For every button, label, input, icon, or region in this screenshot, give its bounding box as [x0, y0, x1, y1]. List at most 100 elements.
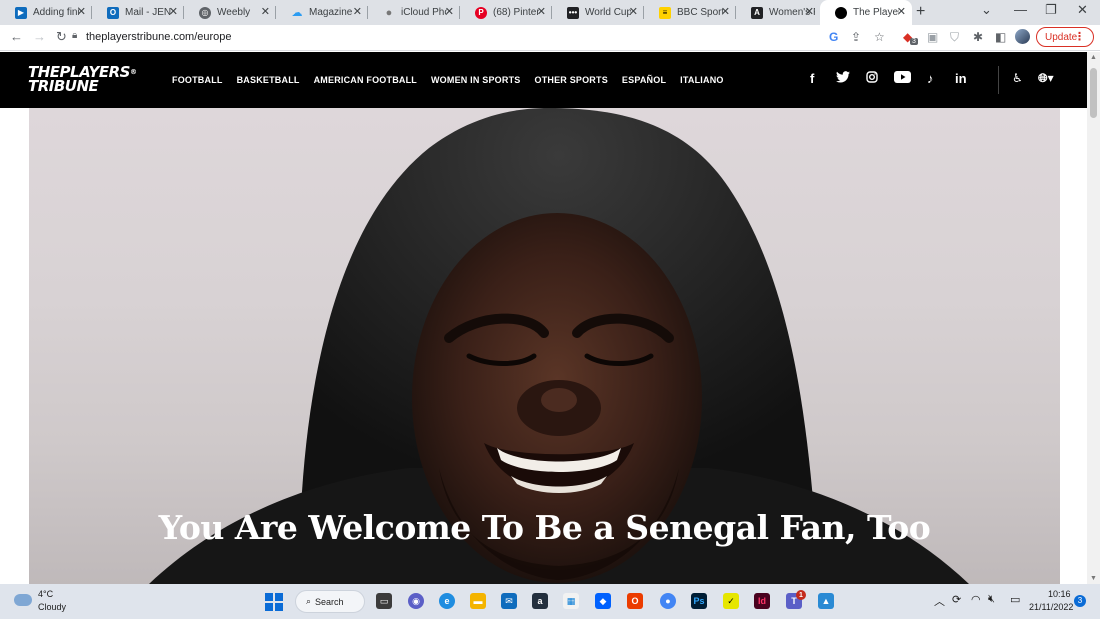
page-scrollbar[interactable]: ▲ ▼	[1087, 52, 1100, 584]
close-tab-icon[interactable]: ✕	[353, 6, 362, 18]
tab-search-icon[interactable]: ⌄	[981, 2, 992, 18]
nav-women-in-sports[interactable]: WOMEN IN SPORTS	[431, 75, 521, 85]
site-logo[interactable]: THEPLAYERS® TRIBUNE	[28, 65, 137, 94]
browser-tab[interactable]: P (68) Pintere ✕	[460, 0, 552, 25]
extension-k-icon[interactable]: ▣	[927, 30, 938, 44]
browser-tab[interactable]: ● iCloud Pho ✕	[368, 0, 460, 25]
linkedin-icon[interactable]: in	[955, 71, 967, 86]
battery-icon[interactable]: ▭	[1010, 593, 1020, 606]
profile-avatar[interactable]	[1015, 29, 1030, 44]
cloudy-weather-icon[interactable]	[14, 594, 32, 606]
nav-other-sports[interactable]: OTHER SPORTS	[535, 75, 608, 85]
teams-badge: 1	[796, 590, 806, 600]
google-icon[interactable]: G	[829, 30, 838, 44]
reload-icon[interactable]: ↻	[56, 29, 67, 45]
tiktok-icon[interactable]: ♪	[927, 71, 934, 86]
clock-date[interactable]: 21/11/2022	[1029, 602, 1073, 612]
office-icon[interactable]: O	[627, 593, 643, 609]
close-tab-icon[interactable]: ✕	[629, 6, 638, 18]
side-panel-icon[interactable]: ◧	[995, 30, 1006, 44]
volume-muted-icon[interactable]: 🔇︎	[988, 593, 995, 606]
notification-count-badge[interactable]: 3	[1074, 595, 1086, 607]
dots-icon: •••	[567, 6, 579, 19]
chat-icon[interactable]: ◉	[408, 593, 424, 609]
back-icon[interactable]: ←	[10, 29, 23, 44]
twitter-icon[interactable]	[836, 71, 850, 86]
browser-tab[interactable]: ☁ Magazine D ✕	[276, 0, 368, 25]
nav-espanol[interactable]: ESPAÑOL	[622, 75, 666, 85]
bbc-icon: ≡	[659, 6, 671, 19]
share-icon[interactable]: ⇪	[851, 30, 861, 44]
forward-icon[interactable]: →	[33, 29, 46, 44]
bookmark-star-icon[interactable]: ☆	[874, 30, 885, 44]
indesign-icon[interactable]: Id	[754, 593, 770, 609]
cloud-icon: ☁	[291, 7, 303, 19]
file-explorer-icon[interactable]: ▬	[470, 593, 486, 609]
close-tab-icon[interactable]: ✕	[805, 6, 814, 18]
mail-icon[interactable]: ✉	[501, 593, 517, 609]
close-tab-icon[interactable]: ✕	[261, 6, 270, 18]
close-tab-icon[interactable]: ✕	[537, 6, 546, 18]
scroll-up-icon[interactable]: ▲	[1090, 54, 1097, 61]
hero-headline[interactable]: You Are Welcome To Be a Senegal Fan, Too	[29, 508, 1060, 547]
task-view-icon[interactable]: ▭	[376, 593, 392, 609]
norton-icon[interactable]: ✓	[723, 593, 739, 609]
hero-image[interactable]: You Are Welcome To Be a Senegal Fan, Too	[29, 108, 1060, 584]
outlook-video-icon: ▶	[15, 6, 27, 19]
close-tab-icon[interactable]: ✕	[721, 6, 730, 18]
scroll-down-icon[interactable]: ▼	[1090, 575, 1097, 582]
browser-tab-active[interactable]: The Player ✕	[820, 0, 912, 25]
nav-italiano[interactable]: ITALIANO	[680, 75, 723, 85]
minimize-icon[interactable]: —	[1014, 2, 1027, 17]
address-bar: ← → ↻ 🔒︎ theplayerstribune.com/europe G …	[0, 25, 1100, 51]
dropbox-icon[interactable]: ◆	[595, 593, 611, 609]
browser-tab[interactable]: ••• World Cup ✕	[552, 0, 644, 25]
nav-basketball[interactable]: BASKETBALL	[237, 75, 300, 85]
nav-american-football[interactable]: AMERICAN FOOTBALL	[314, 75, 417, 85]
close-tab-icon[interactable]: ✕	[77, 6, 86, 18]
extension-badge: 3	[910, 38, 918, 45]
browser-tab[interactable]: O Mail - JENN ✕	[92, 0, 184, 25]
browser-tab-strip: ▶ Adding fini ✕ O Mail - JENN ✕ ◎ Weebly…	[0, 0, 1100, 25]
nav-football[interactable]: FOOTBALL	[172, 75, 223, 85]
microsoft-store-icon[interactable]: ▦	[563, 593, 579, 609]
onedrive-sync-icon[interactable]: ⟳	[952, 593, 961, 606]
edge-icon[interactable]: e	[439, 593, 455, 609]
browser-tab[interactable]: ▶ Adding fini ✕	[0, 0, 92, 25]
weather-temperature[interactable]: 4°C	[38, 589, 53, 599]
close-window-icon[interactable]: ✕	[1077, 2, 1088, 18]
browser-tab[interactable]: ◎ Weebly ✕	[184, 0, 276, 25]
close-tab-icon[interactable]: ✕	[445, 6, 454, 18]
windows-start-icon[interactable]	[265, 593, 283, 611]
browser-tab[interactable]: A Women's F ✕	[736, 0, 820, 25]
search-icon: ⌕	[306, 596, 312, 606]
close-tab-icon[interactable]: ✕	[169, 6, 178, 18]
accessibility-icon[interactable]: ♿︎	[1012, 71, 1023, 85]
photos-icon[interactable]: ▲	[818, 593, 834, 609]
url-field[interactable]: theplayerstribune.com/europe	[86, 31, 232, 43]
wifi-icon[interactable]: ◠	[971, 593, 981, 606]
windows-taskbar: 4°C Cloudy ⌕ Search ▭ ◉ e ▬ ✉ a ▦ ◆ O ● …	[0, 584, 1100, 619]
close-tab-icon[interactable]: ✕	[897, 6, 906, 18]
restore-icon[interactable]: ❐	[1045, 2, 1057, 18]
athletic-icon: A	[751, 6, 763, 19]
browser-tab[interactable]: ≡ BBC Sport - ✕	[644, 0, 736, 25]
scroll-thumb[interactable]	[1090, 68, 1097, 118]
new-tab-icon[interactable]: +	[916, 3, 925, 21]
language-globe-icon[interactable]: 🌐︎▾	[1038, 71, 1054, 86]
lock-icon[interactable]: 🔒︎	[72, 30, 77, 41]
extensions-puzzle-icon[interactable]: ✱	[973, 30, 983, 44]
taskbar-search[interactable]: ⌕ Search	[295, 590, 365, 613]
update-button[interactable]: Update ⋮	[1036, 27, 1094, 47]
players-tribune-icon	[835, 6, 847, 19]
chrome-icon[interactable]: ●	[660, 593, 676, 609]
facebook-icon[interactable]: f	[810, 71, 814, 86]
amazon-icon[interactable]: a	[532, 593, 548, 609]
show-hidden-icons-icon[interactable]: ︿	[934, 593, 945, 609]
instagram-icon[interactable]	[866, 71, 878, 86]
youtube-icon[interactable]	[894, 71, 911, 86]
weather-condition[interactable]: Cloudy	[38, 602, 66, 612]
clock-time[interactable]: 10:16	[1048, 589, 1071, 599]
extension-shield-grey-icon[interactable]: ⛉	[950, 30, 959, 45]
photoshop-icon[interactable]: Ps	[691, 593, 707, 609]
